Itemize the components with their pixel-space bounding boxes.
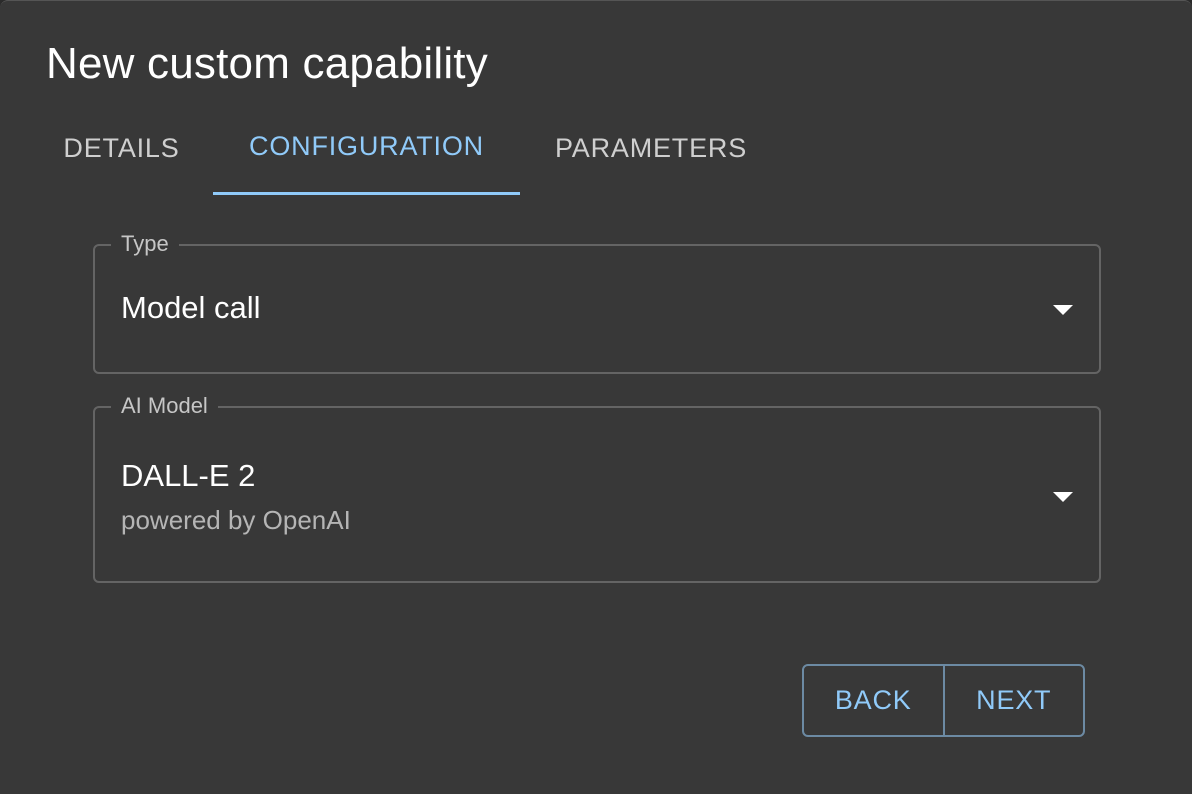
tab-parameters[interactable]: PARAMETERS — [520, 101, 782, 195]
ai-model-select[interactable]: AI Model DALL-E 2 powered by OpenAI — [93, 389, 1101, 583]
tab-configuration[interactable]: CONFIGURATION — [213, 101, 520, 195]
tab-details[interactable]: DETAILS — [30, 101, 213, 195]
ai-model-label: AI Model — [111, 389, 218, 423]
type-select[interactable]: Type Model call — [93, 227, 1101, 374]
dialog-title: New custom capability — [46, 39, 488, 88]
ai-model-value: DALL-E 2 — [121, 458, 256, 493]
next-button[interactable]: NEXT — [945, 666, 1084, 735]
type-label: Type — [111, 227, 179, 261]
custom-capability-dialog: New custom capability DETAILS CONFIGURAT… — [0, 0, 1192, 794]
chevron-down-icon[interactable] — [1053, 305, 1073, 315]
chevron-down-icon[interactable] — [1053, 492, 1073, 502]
navigation-button-group: BACK NEXT — [802, 664, 1085, 737]
type-value: Model call — [121, 290, 261, 325]
ai-model-provider: powered by OpenAI — [121, 505, 351, 535]
tab-bar: DETAILS CONFIGURATION PARAMETERS — [30, 101, 782, 197]
back-button[interactable]: BACK — [804, 666, 945, 735]
